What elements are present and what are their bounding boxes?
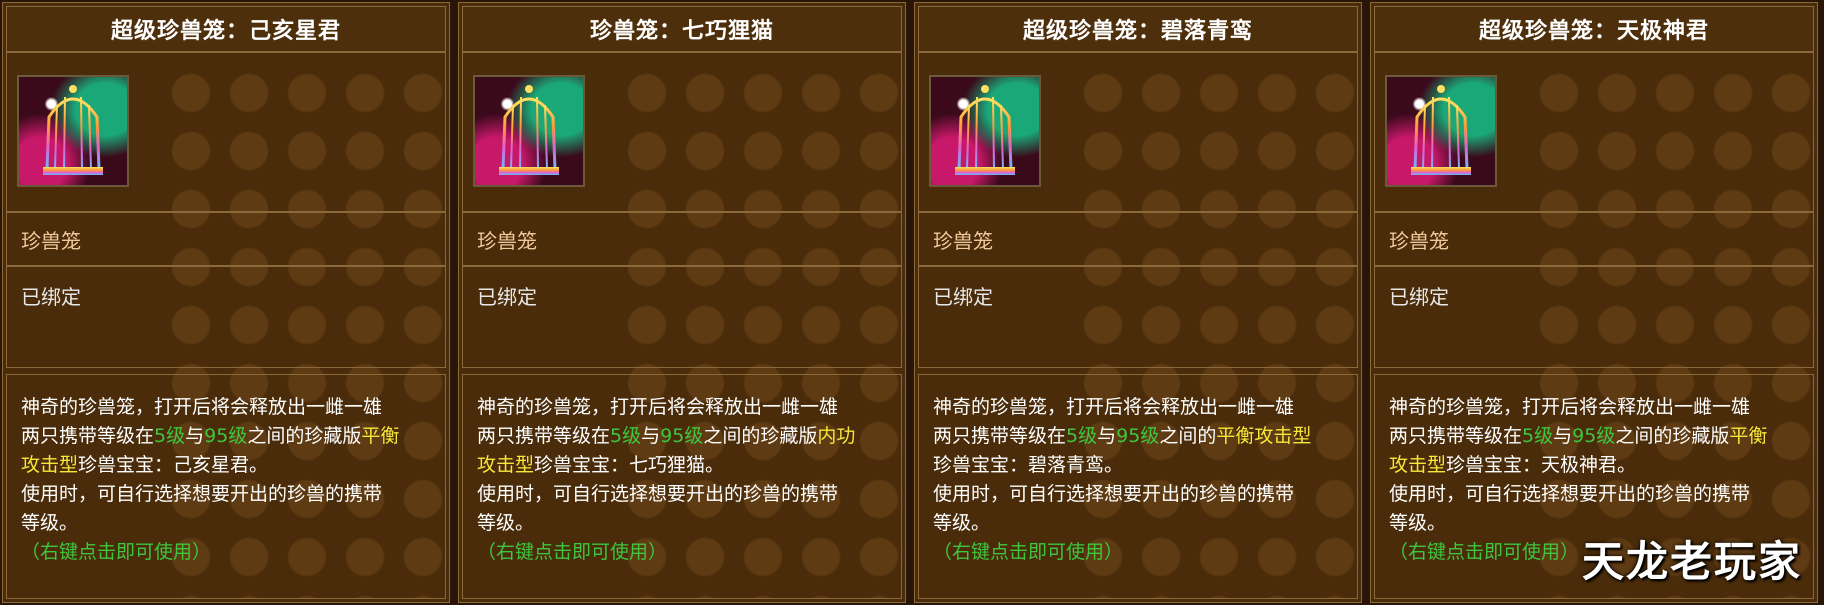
bind-status: 已绑定 [21, 285, 81, 309]
birdcage-icon [1385, 75, 1497, 187]
item-icon-area [918, 52, 1358, 212]
desc-text: 与 [641, 425, 661, 447]
item-type-row: 珍兽笼 [918, 212, 1358, 266]
tooltip-header: 超级珍兽笼：碧落青鸾 [918, 6, 1358, 52]
min-level: 5级 [610, 425, 642, 447]
watermark-text: 天龙老玩家 [1581, 537, 1802, 586]
item-description-box: 神奇的珍兽笼，打开后将会释放出一雌一雄 两只携带等级在5级与95级之间的珍藏版内… [462, 374, 902, 599]
item-icon-area [1374, 52, 1814, 212]
desc-text: 珍兽宝宝：碧落青鸾。 [933, 454, 1124, 476]
bind-status-row: 已绑定 [918, 266, 1358, 368]
item-type-row: 珍兽笼 [1374, 212, 1814, 266]
item-title: 超级珍兽笼：碧落青鸾 [1022, 18, 1253, 44]
desc-text: 两只携带等级在 [933, 425, 1067, 447]
item-description: 神奇的珍兽笼，打开后将会释放出一雌一雄 两只携带等级在5级与95级之间的珍藏版内… [477, 393, 893, 567]
item-type: 珍兽笼 [477, 229, 537, 253]
desc-line: 使用时，可自行选择想要开出的珍兽的携带 [1389, 483, 1751, 505]
desc-text: 两只携带等级在 [1389, 425, 1523, 447]
item-title: 超级珍兽笼：己亥星君 [110, 18, 341, 44]
desc-text: 与 [185, 425, 205, 447]
pet-type-b: 攻击型 [1389, 454, 1447, 476]
birdcage-icon [929, 75, 1041, 187]
desc-line: 等级。 [933, 512, 991, 534]
usage-hint: （右键点击即可使用） [21, 541, 212, 563]
desc-line: 使用时，可自行选择想要开出的珍兽的携带 [477, 483, 839, 505]
desc-text: 之间的 [1159, 425, 1217, 447]
desc-line: 使用时，可自行选择想要开出的珍兽的携带 [21, 483, 383, 505]
desc-text: 之间的珍藏版 [703, 425, 818, 447]
min-level: 5级 [154, 425, 186, 447]
item-type-row: 珍兽笼 [462, 212, 902, 266]
pet-type-a: 平衡 [1729, 425, 1768, 447]
desc-line: 等级。 [21, 512, 79, 534]
desc-text: 珍兽宝宝：己亥星君。 [78, 454, 269, 476]
item-icon-area [6, 52, 446, 212]
item-title: 珍兽笼：七巧狸猫 [589, 18, 774, 44]
item-title: 超级珍兽笼：天极神君 [1478, 18, 1709, 44]
item-tooltip-1: 超级珍兽笼：己亥星君 珍兽笼 已绑定 神奇的珍兽笼，打开后将会释放出一雌一雄 两… [0, 0, 452, 605]
usage-hint: （右键点击即可使用） [1389, 541, 1580, 563]
bind-status: 已绑定 [1389, 285, 1449, 309]
max-level: 95级 [204, 425, 248, 447]
desc-text: 之间的珍藏版 [1615, 425, 1730, 447]
birdcage-icon [17, 75, 129, 187]
item-type: 珍兽笼 [21, 229, 81, 253]
item-description: 神奇的珍兽笼，打开后将会释放出一雌一雄 两只携带等级在5级与95级之间的平衡攻击… [933, 393, 1349, 567]
usage-hint: （右键点击即可使用） [477, 541, 668, 563]
max-level: 95级 [660, 425, 704, 447]
desc-text: 与 [1553, 425, 1573, 447]
tooltip-header: 超级珍兽笼：天极神君 [1374, 6, 1814, 52]
pet-type-b: 攻击型 [21, 454, 79, 476]
desc-text: 珍兽宝宝：七巧狸猫。 [534, 454, 725, 476]
item-type-row: 珍兽笼 [6, 212, 446, 266]
item-description: 神奇的珍兽笼，打开后将会释放出一雌一雄 两只携带等级在5级与95级之间的珍藏版平… [21, 393, 437, 567]
desc-text: 两只携带等级在 [21, 425, 155, 447]
pet-type-a: 平衡攻击型 [1216, 425, 1312, 447]
desc-text: 珍兽宝宝：天极神君。 [1446, 454, 1637, 476]
pet-type-b: 攻击型 [477, 454, 535, 476]
item-description-box: 神奇的珍兽笼，打开后将会释放出一雌一雄 两只携带等级在5级与95级之间的平衡攻击… [918, 374, 1358, 599]
bind-status-row: 已绑定 [6, 266, 446, 368]
item-type: 珍兽笼 [933, 229, 993, 253]
desc-line: 神奇的珍兽笼，打开后将会释放出一雌一雄 [477, 396, 839, 418]
desc-line: 使用时，可自行选择想要开出的珍兽的携带 [933, 483, 1295, 505]
item-tooltip-4: 超级珍兽笼：天极神君 珍兽笼 已绑定 神奇的珍兽笼，打开后将会释放出一雌一雄 两… [1368, 0, 1820, 605]
max-level: 95级 [1572, 425, 1616, 447]
desc-line: 神奇的珍兽笼，打开后将会释放出一雌一雄 [21, 396, 383, 418]
item-type: 珍兽笼 [1389, 229, 1449, 253]
item-icon-area [462, 52, 902, 212]
desc-text: 两只携带等级在 [477, 425, 611, 447]
min-level: 5级 [1066, 425, 1098, 447]
desc-text: 与 [1097, 425, 1117, 447]
bind-status-row: 已绑定 [1374, 266, 1814, 368]
tooltip-header: 超级珍兽笼：己亥星君 [6, 6, 446, 52]
item-description-box: 神奇的珍兽笼，打开后将会释放出一雌一雄 两只携带等级在5级与95级之间的珍藏版平… [6, 374, 446, 599]
max-level: 95级 [1116, 425, 1160, 447]
usage-hint: （右键点击即可使用） [933, 541, 1124, 563]
bind-status: 已绑定 [933, 285, 993, 309]
birdcage-icon [473, 75, 585, 187]
desc-text: 之间的珍藏版 [247, 425, 362, 447]
bind-status: 已绑定 [477, 285, 537, 309]
desc-line: 等级。 [1389, 512, 1447, 534]
item-tooltip-3: 超级珍兽笼：碧落青鸾 珍兽笼 已绑定 神奇的珍兽笼，打开后将会释放出一雌一雄 两… [912, 0, 1364, 605]
min-level: 5级 [1522, 425, 1554, 447]
bind-status-row: 已绑定 [462, 266, 902, 368]
pet-type-a: 平衡 [361, 425, 400, 447]
item-tooltip-2: 珍兽笼：七巧狸猫 珍兽笼 已绑定 神奇的珍兽笼，打开后将会释放出一雌一雄 两只携… [456, 0, 908, 605]
desc-line: 等级。 [477, 512, 535, 534]
desc-line: 神奇的珍兽笼，打开后将会释放出一雌一雄 [933, 396, 1295, 418]
desc-line: 神奇的珍兽笼，打开后将会释放出一雌一雄 [1389, 396, 1751, 418]
pet-type-a: 内功 [817, 425, 856, 447]
tooltip-header: 珍兽笼：七巧狸猫 [462, 6, 902, 52]
